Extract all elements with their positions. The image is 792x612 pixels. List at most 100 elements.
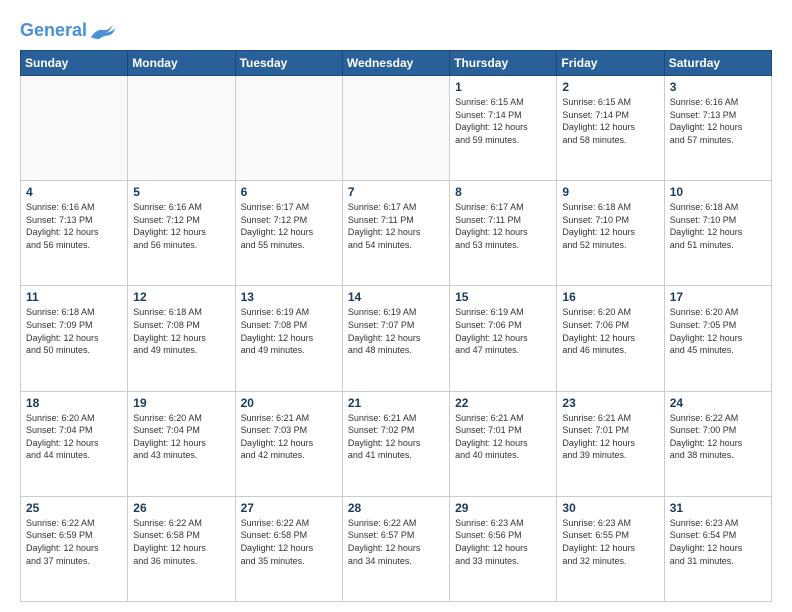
day-cell: 8 Sunrise: 6:17 AM Sunset: 7:11 PM Daylig…: [450, 181, 557, 286]
day-number: 1: [455, 80, 551, 94]
day-cell: 18 Sunrise: 6:20 AM Sunset: 7:04 PM Dayli…: [21, 391, 128, 496]
day-number: 6: [241, 185, 337, 199]
day-cell: [342, 76, 449, 181]
day-header-friday: Friday: [557, 51, 664, 76]
day-info: Sunrise: 6:17 AM Sunset: 7:11 PM Dayligh…: [455, 201, 551, 251]
week-row-3: 18 Sunrise: 6:20 AM Sunset: 7:04 PM Dayli…: [21, 391, 772, 496]
day-number: 30: [562, 501, 658, 515]
day-number: 14: [348, 290, 444, 304]
day-cell: 9 Sunrise: 6:18 AM Sunset: 7:10 PM Daylig…: [557, 181, 664, 286]
day-info: Sunrise: 6:22 AM Sunset: 6:58 PM Dayligh…: [241, 517, 337, 567]
day-header-thursday: Thursday: [450, 51, 557, 76]
day-cell: 5 Sunrise: 6:16 AM Sunset: 7:12 PM Daylig…: [128, 181, 235, 286]
day-cell: 21 Sunrise: 6:21 AM Sunset: 7:02 PM Dayli…: [342, 391, 449, 496]
header: General: [20, 16, 772, 40]
day-cell: 10Sunrise: 6:18 AM Sunset: 7:10 PM Dayli…: [664, 181, 771, 286]
day-info: Sunrise: 6:20 AM Sunset: 7:05 PM Dayligh…: [670, 306, 766, 356]
day-cell: [128, 76, 235, 181]
day-info: Sunrise: 6:19 AM Sunset: 7:08 PM Dayligh…: [241, 306, 337, 356]
day-number: 15: [455, 290, 551, 304]
day-number: 17: [670, 290, 766, 304]
day-number: 3: [670, 80, 766, 94]
day-info: Sunrise: 6:18 AM Sunset: 7:10 PM Dayligh…: [562, 201, 658, 251]
day-number: 29: [455, 501, 551, 515]
day-header-sunday: Sunday: [21, 51, 128, 76]
day-number: 13: [241, 290, 337, 304]
day-cell: 25 Sunrise: 6:22 AM Sunset: 6:59 PM Dayli…: [21, 496, 128, 601]
day-number: 22: [455, 396, 551, 410]
day-header-saturday: Saturday: [664, 51, 771, 76]
day-number: 31: [670, 501, 766, 515]
day-cell: 24 Sunrise: 6:22 AM Sunset: 7:00 PM Dayli…: [664, 391, 771, 496]
day-info: Sunrise: 6:21 AM Sunset: 7:03 PM Dayligh…: [241, 412, 337, 462]
week-row-4: 25 Sunrise: 6:22 AM Sunset: 6:59 PM Dayli…: [21, 496, 772, 601]
day-number: 27: [241, 501, 337, 515]
day-cell: 14 Sunrise: 6:19 AM Sunset: 7:07 PM Dayli…: [342, 286, 449, 391]
day-cell: 20 Sunrise: 6:21 AM Sunset: 7:03 PM Dayli…: [235, 391, 342, 496]
day-number: 21: [348, 396, 444, 410]
day-cell: 16Sunrise: 6:20 AM Sunset: 7:06 PM Dayli…: [557, 286, 664, 391]
logo-text-line1: General: [20, 21, 87, 41]
day-number: 8: [455, 185, 551, 199]
day-info: Sunrise: 6:20 AM Sunset: 7:04 PM Dayligh…: [26, 412, 122, 462]
day-info: Sunrise: 6:16 AM Sunset: 7:13 PM Dayligh…: [26, 201, 122, 251]
day-cell: 19 Sunrise: 6:20 AM Sunset: 7:04 PM Dayli…: [128, 391, 235, 496]
calendar-table: SundayMondayTuesdayWednesdayThursdayFrid…: [20, 50, 772, 602]
day-cell: 27 Sunrise: 6:22 AM Sunset: 6:58 PM Dayli…: [235, 496, 342, 601]
day-number: 20: [241, 396, 337, 410]
logo-bird-icon: [89, 20, 117, 42]
day-header-wednesday: Wednesday: [342, 51, 449, 76]
day-info: Sunrise: 6:15 AM Sunset: 7:14 PM Dayligh…: [455, 96, 551, 146]
page: General SundayMondayTuesdayWednesdayThur…: [0, 0, 792, 612]
day-info: Sunrise: 6:21 AM Sunset: 7:01 PM Dayligh…: [455, 412, 551, 462]
day-info: Sunrise: 6:22 AM Sunset: 6:58 PM Dayligh…: [133, 517, 229, 567]
day-info: Sunrise: 6:22 AM Sunset: 6:59 PM Dayligh…: [26, 517, 122, 567]
day-cell: 2Sunrise: 6:15 AM Sunset: 7:14 PM Daylig…: [557, 76, 664, 181]
week-row-1: 4Sunrise: 6:16 AM Sunset: 7:13 PM Daylig…: [21, 181, 772, 286]
day-number: 16: [562, 290, 658, 304]
day-cell: 4Sunrise: 6:16 AM Sunset: 7:13 PM Daylig…: [21, 181, 128, 286]
header-row: SundayMondayTuesdayWednesdayThursdayFrid…: [21, 51, 772, 76]
day-info: Sunrise: 6:18 AM Sunset: 7:08 PM Dayligh…: [133, 306, 229, 356]
day-number: 5: [133, 185, 229, 199]
week-row-0: 1 Sunrise: 6:15 AM Sunset: 7:14 PM Daylig…: [21, 76, 772, 181]
day-cell: 3 Sunrise: 6:16 AM Sunset: 7:13 PM Daylig…: [664, 76, 771, 181]
day-info: Sunrise: 6:20 AM Sunset: 7:04 PM Dayligh…: [133, 412, 229, 462]
day-info: Sunrise: 6:22 AM Sunset: 6:57 PM Dayligh…: [348, 517, 444, 567]
day-info: Sunrise: 6:18 AM Sunset: 7:10 PM Dayligh…: [670, 201, 766, 251]
day-number: 25: [26, 501, 122, 515]
day-cell: 12 Sunrise: 6:18 AM Sunset: 7:08 PM Dayli…: [128, 286, 235, 391]
day-cell: [21, 76, 128, 181]
day-info: Sunrise: 6:19 AM Sunset: 7:06 PM Dayligh…: [455, 306, 551, 356]
day-info: Sunrise: 6:19 AM Sunset: 7:07 PM Dayligh…: [348, 306, 444, 356]
day-info: Sunrise: 6:23 AM Sunset: 6:56 PM Dayligh…: [455, 517, 551, 567]
day-number: 11: [26, 290, 122, 304]
day-info: Sunrise: 6:21 AM Sunset: 7:02 PM Dayligh…: [348, 412, 444, 462]
day-number: 12: [133, 290, 229, 304]
day-cell: 28 Sunrise: 6:22 AM Sunset: 6:57 PM Dayli…: [342, 496, 449, 601]
day-info: Sunrise: 6:16 AM Sunset: 7:13 PM Dayligh…: [670, 96, 766, 146]
day-cell: 31 Sunrise: 6:23 AM Sunset: 6:54 PM Dayli…: [664, 496, 771, 601]
day-info: Sunrise: 6:16 AM Sunset: 7:12 PM Dayligh…: [133, 201, 229, 251]
day-header-monday: Monday: [128, 51, 235, 76]
day-number: 7: [348, 185, 444, 199]
day-number: 26: [133, 501, 229, 515]
day-cell: 13 Sunrise: 6:19 AM Sunset: 7:08 PM Dayli…: [235, 286, 342, 391]
day-cell: 23Sunrise: 6:21 AM Sunset: 7:01 PM Dayli…: [557, 391, 664, 496]
day-cell: 15 Sunrise: 6:19 AM Sunset: 7:06 PM Dayli…: [450, 286, 557, 391]
day-cell: 11Sunrise: 6:18 AM Sunset: 7:09 PM Dayli…: [21, 286, 128, 391]
day-number: 28: [348, 501, 444, 515]
day-cell: 22 Sunrise: 6:21 AM Sunset: 7:01 PM Dayli…: [450, 391, 557, 496]
day-cell: 7Sunrise: 6:17 AM Sunset: 7:11 PM Daylig…: [342, 181, 449, 286]
day-number: 24: [670, 396, 766, 410]
day-number: 9: [562, 185, 658, 199]
day-cell: 30Sunrise: 6:23 AM Sunset: 6:55 PM Dayli…: [557, 496, 664, 601]
day-number: 23: [562, 396, 658, 410]
day-number: 18: [26, 396, 122, 410]
day-info: Sunrise: 6:22 AM Sunset: 7:00 PM Dayligh…: [670, 412, 766, 462]
day-cell: 17 Sunrise: 6:20 AM Sunset: 7:05 PM Dayli…: [664, 286, 771, 391]
day-number: 19: [133, 396, 229, 410]
day-info: Sunrise: 6:23 AM Sunset: 6:54 PM Dayligh…: [670, 517, 766, 567]
day-info: Sunrise: 6:17 AM Sunset: 7:12 PM Dayligh…: [241, 201, 337, 251]
day-cell: 1 Sunrise: 6:15 AM Sunset: 7:14 PM Daylig…: [450, 76, 557, 181]
